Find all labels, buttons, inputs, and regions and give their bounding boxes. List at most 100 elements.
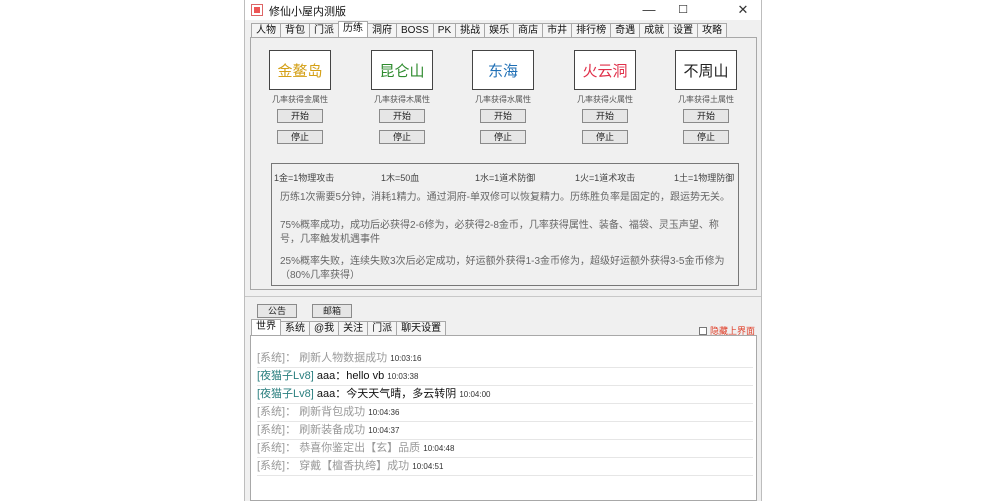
message-sender: [系统] bbox=[257, 460, 286, 472]
message-text: hello vb bbox=[346, 370, 385, 382]
minimize-button[interactable]: — bbox=[633, 0, 665, 20]
conversion-water: 1水=1道术防御 bbox=[475, 173, 536, 183]
place-title: 昆仑山 bbox=[371, 50, 433, 90]
chat-log[interactable]: [系统]： 刷新人物数据成功 10:03:16 [夜猫子Lv8] aaa：hel… bbox=[250, 335, 757, 501]
chat-message: [系统]： 刷新背包成功 10:04:36 bbox=[257, 403, 753, 422]
place-description: 几率获得金属性 bbox=[272, 95, 328, 104]
chat-message: [系统]： 刷新装备成功 10:04:37 bbox=[257, 421, 753, 440]
tab-market[interactable]: 市井 bbox=[542, 23, 573, 37]
message-time: 10:03:16 bbox=[390, 354, 422, 363]
message-text: 刷新人物数据成功 bbox=[299, 352, 388, 364]
stop-button[interactable]: 停止 bbox=[379, 130, 425, 144]
tab-pk[interactable]: PK bbox=[432, 23, 457, 37]
place-title: 不周山 bbox=[675, 50, 737, 90]
message-sender: [系统] bbox=[257, 424, 286, 436]
conversion-metal: 1金=1物理攻击 bbox=[274, 173, 335, 183]
place-title: 火云洞 bbox=[574, 50, 636, 90]
message-text: 刷新装备成功 bbox=[299, 424, 366, 436]
conversion-earth: 1土=1物理防御 bbox=[674, 173, 735, 183]
app-icon bbox=[251, 4, 263, 16]
message-user: aaa bbox=[316, 388, 336, 400]
message-sender[interactable]: [夜猫子Lv8] bbox=[257, 388, 314, 400]
start-button[interactable]: 开始 bbox=[683, 109, 729, 123]
maximize-button[interactable]: ☐ bbox=[667, 0, 699, 20]
info-box: 1金=1物理攻击 1木=50血 1水=1道术防御 1火=1道术攻击 1土=1物理… bbox=[271, 163, 739, 286]
message-text: 刷新背包成功 bbox=[299, 406, 366, 418]
message-sender: [系统] bbox=[257, 442, 286, 454]
chat-tab-following[interactable]: 关注 bbox=[338, 321, 369, 335]
message-text: 恭喜你鉴定出【玄】品质 bbox=[299, 442, 421, 454]
close-button[interactable]: ✕ bbox=[727, 0, 759, 20]
chat-message: [夜猫子Lv8] aaa：hello vb 10:03:38 bbox=[257, 367, 753, 386]
chat-message: [系统]： 恭喜你鉴定出【玄】品质 10:04:48 bbox=[257, 439, 753, 458]
tab-settings[interactable]: 设置 bbox=[668, 23, 699, 37]
message-time: 10:04:00 bbox=[459, 390, 491, 399]
chat-message: [系统]： 刷新人物数据成功 10:03:16 bbox=[257, 349, 753, 368]
stop-button[interactable]: 停止 bbox=[480, 130, 526, 144]
chat-tab-sect[interactable]: 门派 bbox=[367, 321, 398, 335]
hide-upper-ui-checkbox[interactable] bbox=[699, 326, 707, 335]
message-time: 10:04:36 bbox=[368, 408, 400, 417]
place-kunlun-mountain: 昆仑山 几率获得木属性 开始 停止 bbox=[371, 50, 433, 144]
training-panel: 金鳌岛 几率获得金属性 开始 停止 昆仑山 几率获得木属性 开始 停止 东海 几… bbox=[250, 37, 757, 290]
message-sender: [系统] bbox=[257, 352, 286, 364]
announcement-button[interactable]: 公告 bbox=[257, 304, 297, 318]
message-user: aaa bbox=[316, 370, 336, 382]
message-text: 穿戴【檀香执绔】成功 bbox=[299, 460, 410, 472]
tab-cave[interactable]: 洞府 bbox=[367, 23, 397, 37]
conversion-wood: 1木=50血 bbox=[381, 173, 420, 183]
tab-guide[interactable]: 攻略 bbox=[697, 23, 728, 37]
start-button[interactable]: 开始 bbox=[480, 109, 526, 123]
start-button[interactable]: 开始 bbox=[379, 109, 425, 123]
app-window: 修仙小屋内测版 — ☐ ✕ 人物 背包 门派 历练 洞府 BOSS PK 挑战 … bbox=[244, 0, 762, 501]
start-button[interactable]: 开始 bbox=[277, 109, 323, 123]
stop-button[interactable]: 停止 bbox=[582, 130, 628, 144]
tab-challenge[interactable]: 挑战 bbox=[455, 23, 486, 37]
tab-training[interactable]: 历练 bbox=[338, 21, 368, 37]
title-bar: 修仙小屋内测版 — ☐ ✕ bbox=[245, 0, 761, 20]
place-jinao-island: 金鳌岛 几率获得金属性 开始 停止 bbox=[269, 50, 331, 144]
divider bbox=[245, 296, 761, 297]
chat-tabs: 世界 系统 @我 关注 门派 聊天设置 bbox=[251, 319, 447, 336]
message-sender[interactable]: [夜猫子Lv8] bbox=[257, 370, 314, 382]
chat-message: [夜猫子Lv8] aaa：今天天气晴，多云转阴 10:04:00 bbox=[257, 385, 753, 404]
stop-button[interactable]: 停止 bbox=[683, 130, 729, 144]
place-fire-cloud-cave: 火云洞 几率获得火属性 开始 停止 bbox=[574, 50, 636, 144]
message-time: 10:04:51 bbox=[412, 462, 444, 471]
place-east-sea: 东海 几率获得水属性 开始 停止 bbox=[472, 50, 534, 144]
conversion-fire: 1火=1道术攻击 bbox=[575, 173, 636, 183]
chat-message: [系统]： 穿戴【檀香执绔】成功 10:04:51 bbox=[257, 457, 753, 476]
info-energy-rule: 历练1次需要5分钟，消耗1精力。通过洞府-单双修可以恢复精力。历练胜负率是固定的… bbox=[280, 192, 731, 203]
place-title: 东海 bbox=[472, 50, 534, 90]
tab-entertainment[interactable]: 娱乐 bbox=[484, 23, 515, 37]
place-description: 几率获得火属性 bbox=[577, 95, 633, 104]
info-failure-rule: 25%概率失败，连续失败3次后必定成功，好运额外获得1-3金币修为，超级好运额外… bbox=[280, 256, 725, 281]
tab-sect[interactable]: 门派 bbox=[309, 23, 339, 37]
tab-adventure[interactable]: 奇遇 bbox=[610, 23, 641, 37]
place-title: 金鳌岛 bbox=[269, 50, 331, 90]
chat-tab-chat-settings[interactable]: 聊天设置 bbox=[396, 321, 447, 335]
message-time: 10:04:48 bbox=[423, 444, 455, 453]
mail-button[interactable]: 邮箱 bbox=[312, 304, 352, 318]
message-time: 10:04:37 bbox=[368, 426, 400, 435]
info-success-rule: 75%概率成功，成功后必获得2-6修为，必获得2-8金币，几率获得属性、装备、福… bbox=[280, 220, 719, 245]
tab-achievements[interactable]: 成就 bbox=[639, 23, 670, 37]
chat-tab-system[interactable]: 系统 bbox=[280, 321, 310, 335]
message-time: 10:03:38 bbox=[387, 372, 419, 381]
place-description: 几率获得木属性 bbox=[374, 95, 430, 104]
tab-shop[interactable]: 商店 bbox=[513, 23, 544, 37]
stop-button[interactable]: 停止 bbox=[277, 130, 323, 144]
main-tabs: 人物 背包 门派 历练 洞府 BOSS PK 挑战 娱乐 商店 市井 排行榜 奇… bbox=[251, 21, 728, 38]
tab-character[interactable]: 人物 bbox=[251, 23, 281, 37]
message-sender: [系统] bbox=[257, 406, 286, 418]
start-button[interactable]: 开始 bbox=[582, 109, 628, 123]
place-description: 几率获得水属性 bbox=[475, 95, 531, 104]
window-title: 修仙小屋内测版 bbox=[269, 6, 346, 18]
chat-tab-mentions[interactable]: @我 bbox=[309, 321, 340, 335]
tab-bag[interactable]: 背包 bbox=[280, 23, 310, 37]
tab-ranking[interactable]: 排行榜 bbox=[571, 23, 612, 37]
tab-boss[interactable]: BOSS bbox=[396, 23, 434, 37]
place-description: 几率获得土属性 bbox=[678, 95, 734, 104]
chat-tab-world[interactable]: 世界 bbox=[251, 319, 281, 335]
message-text: 今天天气晴，多云转阴 bbox=[346, 388, 457, 400]
